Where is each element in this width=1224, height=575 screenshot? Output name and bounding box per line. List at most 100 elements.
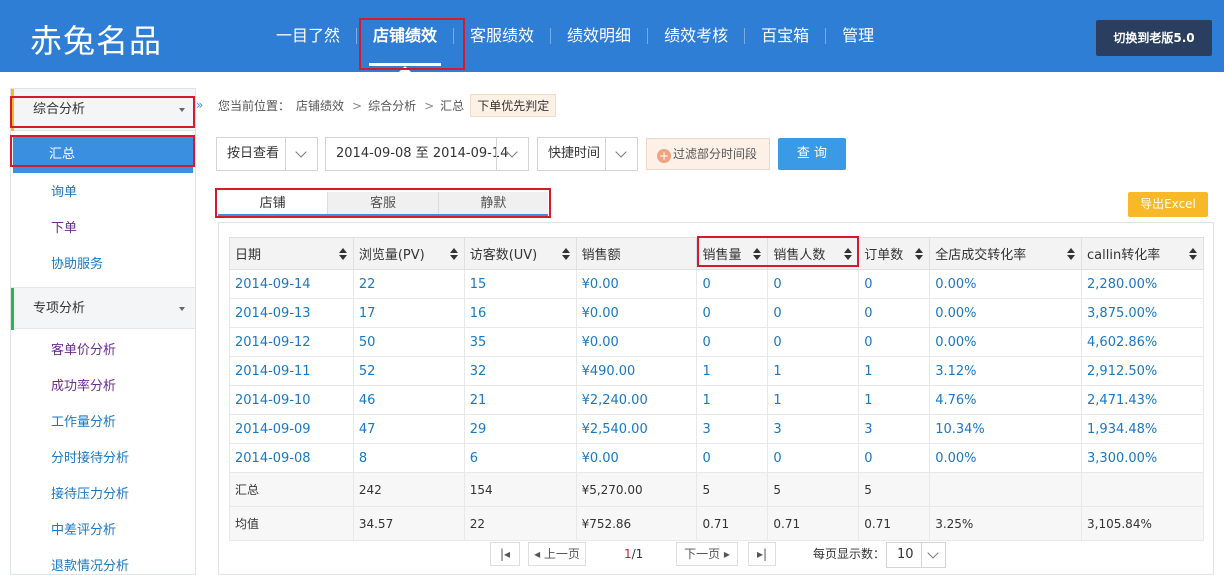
- breadcrumb-item[interactable]: 店铺绩效: [296, 97, 344, 114]
- export-excel-button[interactable]: 导出Excel: [1128, 192, 1208, 217]
- sidebar-item-pressure[interactable]: 接待压力分析: [11, 477, 195, 513]
- cell-sales-amount: ¥2,540.00: [575, 414, 698, 444]
- column-header-callin-conversion[interactable]: callin转化率: [1081, 237, 1204, 270]
- cell-date[interactable]: 2014-09-10: [229, 385, 354, 415]
- nav-store-performance[interactable]: 店铺绩效: [357, 0, 453, 72]
- cell-date[interactable]: 2014-09-09: [229, 414, 354, 444]
- sidebar-item-summary[interactable]: 汇总: [13, 137, 193, 173]
- cell-uv: 32: [463, 356, 577, 386]
- per-page-select[interactable]: 10: [886, 542, 946, 568]
- nav-toolbox[interactable]: 百宝箱: [745, 0, 825, 72]
- tab-service[interactable]: 客服: [328, 192, 439, 214]
- sidebar-group-comprehensive[interactable]: 综合分析: [11, 89, 195, 131]
- nav-overview[interactable]: 一目了然: [260, 0, 356, 72]
- column-header-sales-amount[interactable]: 销售额: [575, 237, 698, 270]
- sidebar-item-hourly[interactable]: 分时接待分析: [11, 441, 195, 477]
- sort-icon[interactable]: [1189, 248, 1197, 260]
- view-by-select[interactable]: 按日查看: [216, 137, 318, 171]
- nav-service-performance[interactable]: 客服绩效: [454, 0, 550, 72]
- cell-date[interactable]: 2014-09-12: [229, 327, 354, 357]
- nav-performance-detail[interactable]: 绩效明细: [551, 0, 647, 72]
- filter-period-button[interactable]: + 过滤部分时间段: [646, 138, 770, 170]
- column-header-orders[interactable]: 订单数: [858, 237, 931, 270]
- cell-store-conversion: 10.34%: [929, 414, 1083, 444]
- cell-sales-volume: 0: [696, 298, 769, 328]
- cell-buyers: 0: [767, 327, 860, 357]
- table-header-row: 日期 浏览量(PV) 访客数(UV) 销售额 销售量 销售人数 订单数 全店成交…: [229, 237, 1204, 270]
- sidebar-group-special[interactable]: 专项分析: [11, 287, 195, 330]
- date-range-picker[interactable]: 2014-09-08 至 2014-09-14: [325, 137, 529, 171]
- cell-sales-volume: 5: [696, 472, 769, 507]
- tab-silent[interactable]: 静默: [439, 192, 548, 214]
- data-table-panel: 日期 浏览量(PV) 访客数(UV) 销售额 销售量 销售人数 订单数 全店成交…: [218, 222, 1214, 575]
- sidebar-item-refund[interactable]: 退款情况分析: [11, 549, 195, 575]
- sort-icon[interactable]: [338, 248, 347, 260]
- cell-buyers: 0: [767, 443, 860, 473]
- column-header-uv[interactable]: 访客数(UV): [463, 237, 577, 270]
- chevron-down-icon: [496, 138, 528, 170]
- cell-uv: 35: [463, 327, 577, 357]
- sort-icon[interactable]: [561, 248, 570, 260]
- sort-icon[interactable]: [915, 248, 924, 260]
- cell-buyers: 1: [767, 385, 860, 415]
- sidebar-item-unit-price[interactable]: 客单价分析: [11, 333, 195, 369]
- brand-logo[interactable]: 赤兔名品: [30, 16, 162, 62]
- cell-date[interactable]: 2014-09-13: [229, 298, 354, 328]
- sort-icon[interactable]: [753, 248, 762, 260]
- cell-callin-conversion: 2,912.50%: [1081, 356, 1204, 386]
- cell-date[interactable]: 2014-09-14: [229, 269, 354, 299]
- table-row: 2014-09-14 22 15 ¥0.00 0 0 0 0.00% 2,280.00%: [229, 269, 1204, 299]
- cell-sales-amount: ¥5,270.00: [575, 472, 698, 507]
- cell-store-conversion: 0.00%: [929, 298, 1083, 328]
- table-row: 2014-09-11 52 32 ¥490.00 1 1 1 3.12% 2,912.50%: [229, 356, 1204, 386]
- breadcrumb-prefix: 您当前位置：: [218, 99, 291, 113]
- cell-callin-conversion: 4,602.86%: [1081, 327, 1204, 357]
- cell-sales-amount: ¥0.00: [575, 443, 698, 473]
- prev-page-button[interactable]: ◂ 上一页: [528, 542, 586, 566]
- cell-uv: 16: [463, 298, 577, 328]
- cell-orders: 0.71: [858, 506, 931, 541]
- query-button[interactable]: 查 询: [778, 138, 846, 170]
- cell-buyers: 0.71: [767, 506, 860, 541]
- chevron-down-icon: [921, 543, 945, 567]
- column-header-pv[interactable]: 浏览量(PV): [352, 237, 465, 270]
- cell-sales-volume: 3: [696, 414, 769, 444]
- cell-date[interactable]: 2014-09-11: [229, 356, 354, 386]
- cell-pv: 52: [352, 356, 465, 386]
- sort-icon[interactable]: [449, 248, 458, 260]
- next-page-button[interactable]: 下一页 ▸: [676, 542, 738, 566]
- switch-old-version-button[interactable]: 切换到老版5.0: [1096, 20, 1212, 56]
- collapse-sidebar-icon[interactable]: »: [196, 98, 203, 112]
- nav-management[interactable]: 管理: [826, 0, 890, 72]
- column-header-sales-volume[interactable]: 销售量: [696, 237, 769, 270]
- first-page-button[interactable]: |◂: [490, 542, 520, 566]
- quick-time-select[interactable]: 快捷时间: [537, 137, 638, 171]
- sidebar-item-assist[interactable]: 协助服务: [11, 247, 195, 283]
- chevron-down-icon: [179, 307, 185, 311]
- cell-sales-amount: ¥490.00: [575, 356, 698, 386]
- cell-sales-volume: 0: [696, 327, 769, 357]
- table-row: 2014-09-13 17 16 ¥0.00 0 0 0 0.00% 3,875.00%: [229, 298, 1204, 328]
- column-header-date[interactable]: 日期: [229, 237, 354, 270]
- cell-sales-amount: ¥0.00: [575, 327, 698, 357]
- sidebar: 综合分析 汇总 询单 下单 协助服务 专项分析 客单价分析 成功率分析 工作量分…: [10, 88, 196, 575]
- breadcrumb-item[interactable]: 综合分析: [368, 97, 416, 114]
- column-header-buyers[interactable]: 销售人数: [767, 237, 860, 270]
- sort-icon[interactable]: [1067, 248, 1076, 260]
- sidebar-item-review[interactable]: 中差评分析: [11, 513, 195, 549]
- cell-date[interactable]: 2014-09-08: [229, 443, 354, 473]
- tab-store[interactable]: 店铺: [218, 192, 329, 214]
- cell-callin-conversion: 2,280.00%: [1081, 269, 1204, 299]
- sort-icon[interactable]: [844, 248, 853, 260]
- last-page-button[interactable]: ▸|: [748, 542, 776, 566]
- summary-table: 日期 浏览量(PV) 访客数(UV) 销售额 销售量 销售人数 订单数 全店成交…: [229, 237, 1204, 541]
- cell-uv: 6: [463, 443, 577, 473]
- column-header-store-conversion[interactable]: 全店成交转化率: [929, 237, 1083, 270]
- sidebar-item-success-rate[interactable]: 成功率分析: [11, 369, 195, 405]
- sidebar-item-order[interactable]: 下单: [11, 211, 195, 247]
- sidebar-item-workload[interactable]: 工作量分析: [11, 405, 195, 441]
- cell-pv: 22: [352, 269, 465, 299]
- cell-date: 均值: [229, 506, 354, 541]
- sidebar-item-inquiry[interactable]: 询单: [11, 175, 195, 211]
- nav-performance-review[interactable]: 绩效考核: [648, 0, 744, 72]
